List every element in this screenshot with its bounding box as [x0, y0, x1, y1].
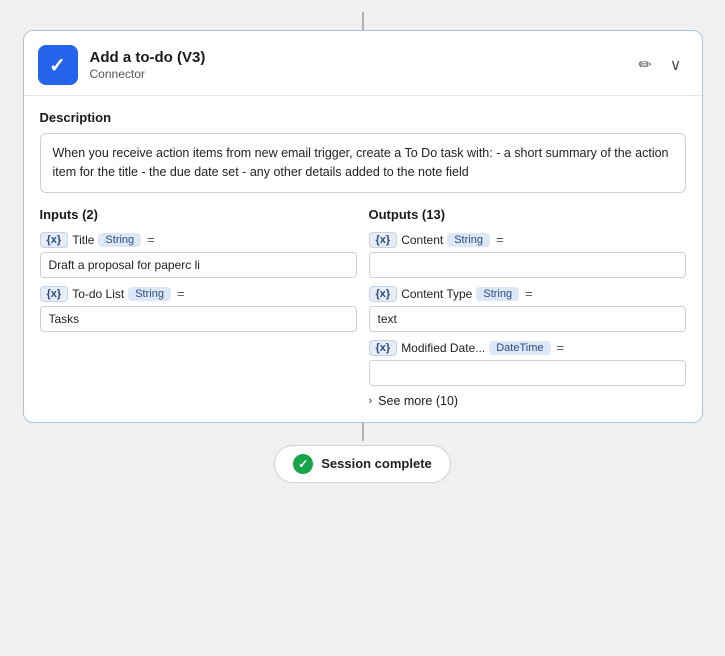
input-field-title: {x} Title String =: [40, 232, 357, 278]
session-badge: ✓ Session complete: [274, 445, 451, 483]
todolist-field-name: To-do List: [72, 287, 124, 301]
modifieddate-type-badge: DateTime: [489, 341, 550, 355]
contenttype-equals: =: [525, 286, 533, 301]
modifieddate-field-name: Modified Date...: [401, 341, 485, 355]
todolist-tag-row: {x} To-do List String =: [40, 286, 357, 302]
contenttype-input[interactable]: [369, 306, 686, 332]
content-type-badge: String: [447, 233, 490, 247]
modifieddate-var-badge: {x}: [369, 340, 398, 356]
outputs-label: Outputs (13): [369, 207, 686, 222]
contenttype-field-name: Content Type: [401, 287, 472, 301]
header-actions: ✏ ∨: [634, 53, 685, 77]
card-subtitle: Connector: [90, 67, 206, 81]
checkmark-icon: ✓: [49, 53, 66, 78]
card-header: ✓ Add a to-do (V3) Connector ✏ ∨: [24, 31, 702, 96]
content-field-name: Content: [401, 233, 443, 247]
output-field-contenttype: {x} Content Type String =: [369, 286, 686, 332]
see-more-row[interactable]: › See more (10): [369, 394, 686, 408]
title-equals: =: [147, 232, 155, 247]
output-field-content: {x} Content String =: [369, 232, 686, 278]
title-type-badge: String: [98, 233, 141, 247]
description-text: When you receive action items from new e…: [40, 133, 686, 193]
title-tag-row: {x} Title String =: [40, 232, 357, 248]
modifieddate-input[interactable]: [369, 360, 686, 386]
chevron-right-icon: ›: [369, 395, 373, 407]
collapse-button[interactable]: ∨: [666, 53, 686, 77]
modifieddate-tag-row: {x} Modified Date... DateTime =: [369, 340, 686, 356]
card-body: Description When you receive action item…: [24, 96, 702, 422]
description-label: Description: [40, 110, 686, 125]
todolist-equals: =: [177, 286, 185, 301]
outputs-column: Outputs (13) {x} Content String = {x}: [369, 207, 686, 408]
inputs-column: Inputs (2) {x} Title String = {x} To-: [40, 207, 357, 408]
title-input[interactable]: [40, 252, 357, 278]
content-input[interactable]: [369, 252, 686, 278]
todolist-var-badge: {x}: [40, 286, 69, 302]
session-badge-text: Session complete: [321, 456, 432, 471]
app-icon: ✓: [38, 45, 78, 85]
modifieddate-equals: =: [557, 340, 565, 355]
content-var-badge: {x}: [369, 232, 398, 248]
card-title: Add a to-do (V3): [90, 49, 206, 66]
output-field-modifieddate: {x} Modified Date... DateTime =: [369, 340, 686, 386]
see-more-label: See more (10): [378, 394, 458, 408]
todolist-type-badge: String: [128, 287, 171, 301]
edit-button[interactable]: ✏: [634, 53, 655, 77]
header-text: Add a to-do (V3) Connector: [90, 49, 206, 81]
input-field-todolist: {x} To-do List String =: [40, 286, 357, 332]
connector-line-top: [362, 12, 364, 30]
green-check-icon: ✓: [293, 454, 313, 474]
connector-line-bottom: [362, 423, 364, 441]
connector-card: ✓ Add a to-do (V3) Connector ✏ ∨ Descrip…: [23, 30, 703, 423]
content-tag-row: {x} Content String =: [369, 232, 686, 248]
contenttype-var-badge: {x}: [369, 286, 398, 302]
title-var-badge: {x}: [40, 232, 69, 248]
contenttype-type-badge: String: [476, 287, 519, 301]
content-equals: =: [496, 232, 504, 247]
todolist-input[interactable]: [40, 306, 357, 332]
inputs-label: Inputs (2): [40, 207, 357, 222]
title-field-name: Title: [72, 233, 94, 247]
header-left: ✓ Add a to-do (V3) Connector: [38, 45, 206, 85]
two-col-layout: Inputs (2) {x} Title String = {x} To-: [40, 207, 686, 408]
contenttype-tag-row: {x} Content Type String =: [369, 286, 686, 302]
